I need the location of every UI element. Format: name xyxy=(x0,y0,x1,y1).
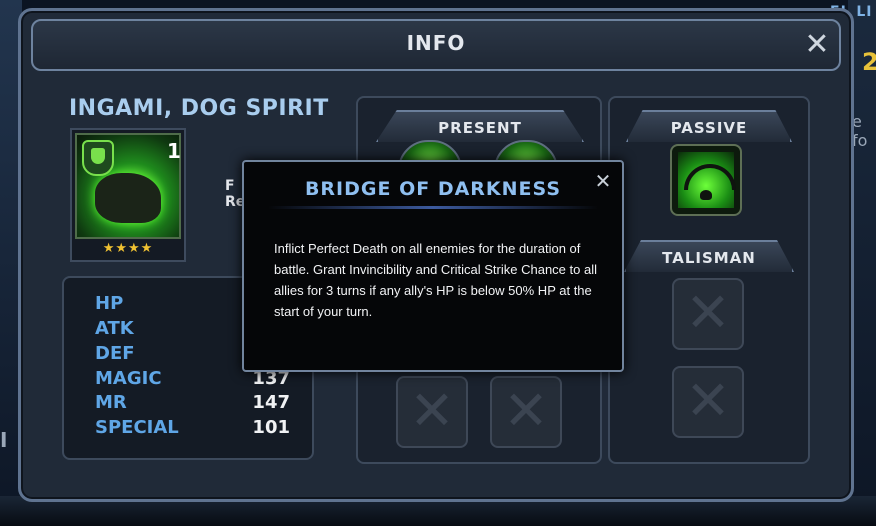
empty-slot-x-icon: ✕ xyxy=(685,281,731,344)
close-icon[interactable]: ✕ xyxy=(592,170,614,192)
window-title: INFO xyxy=(406,31,466,55)
stat-label-def: DEF xyxy=(95,343,135,364)
popup-description: Inflict Perfect Death on all enemies for… xyxy=(274,241,597,319)
stat-label-special: SPECIAL xyxy=(95,417,179,438)
empty-slot-x-icon: ✕ xyxy=(503,379,549,442)
stat-label-hp: HP xyxy=(95,293,124,314)
dog-spirit-image xyxy=(95,173,161,223)
shield-icon xyxy=(82,140,114,176)
present-slot-3[interactable]: ✕ xyxy=(396,376,468,448)
talisman-slot-2[interactable]: ✕ xyxy=(672,366,744,438)
talisman-slot-1[interactable]: ✕ xyxy=(672,278,744,350)
title-bar: INFO ✕ xyxy=(31,19,841,71)
empty-slot-x-icon: ✕ xyxy=(409,379,455,442)
skill-tooltip-popup: BRIDGE OF DARKNESS ✕ Inflict Perfect Dea… xyxy=(242,160,624,372)
background-text: e fo xyxy=(852,112,868,150)
empty-slot-x-icon: ✕ xyxy=(685,369,731,432)
bridge-skill-icon[interactable] xyxy=(670,144,742,216)
stat-value-mr: 147 xyxy=(252,392,290,413)
hidden-text-1: F xyxy=(225,178,235,194)
star-rating: ★★★★ xyxy=(102,241,154,256)
hero-level: 1 xyxy=(167,139,181,163)
stat-label-atk: ATK xyxy=(95,318,134,339)
passive-header: PASSIVE xyxy=(626,110,792,142)
popup-divider xyxy=(268,206,598,209)
hero-name: INGAMI, DOG SPIRIT xyxy=(69,96,329,121)
close-icon[interactable]: ✕ xyxy=(801,29,833,61)
hero-portrait-frame[interactable]: 1 ★★★★ xyxy=(70,128,186,262)
present-slot-4[interactable]: ✕ xyxy=(490,376,562,448)
skull-mark xyxy=(700,190,712,200)
background-left-text: I xyxy=(0,428,8,452)
hero-portrait: 1 xyxy=(75,133,181,239)
talisman-header: TALISMAN xyxy=(624,240,794,272)
popup-title: BRIDGE OF DARKNESS xyxy=(304,178,562,200)
background-number: 2 xyxy=(862,48,876,76)
stat-label-mr: MR xyxy=(95,392,127,413)
stat-label-magic: MAGIC xyxy=(95,368,162,389)
stat-value-special: 101 xyxy=(252,417,290,438)
present-header: PRESENT xyxy=(376,110,584,142)
